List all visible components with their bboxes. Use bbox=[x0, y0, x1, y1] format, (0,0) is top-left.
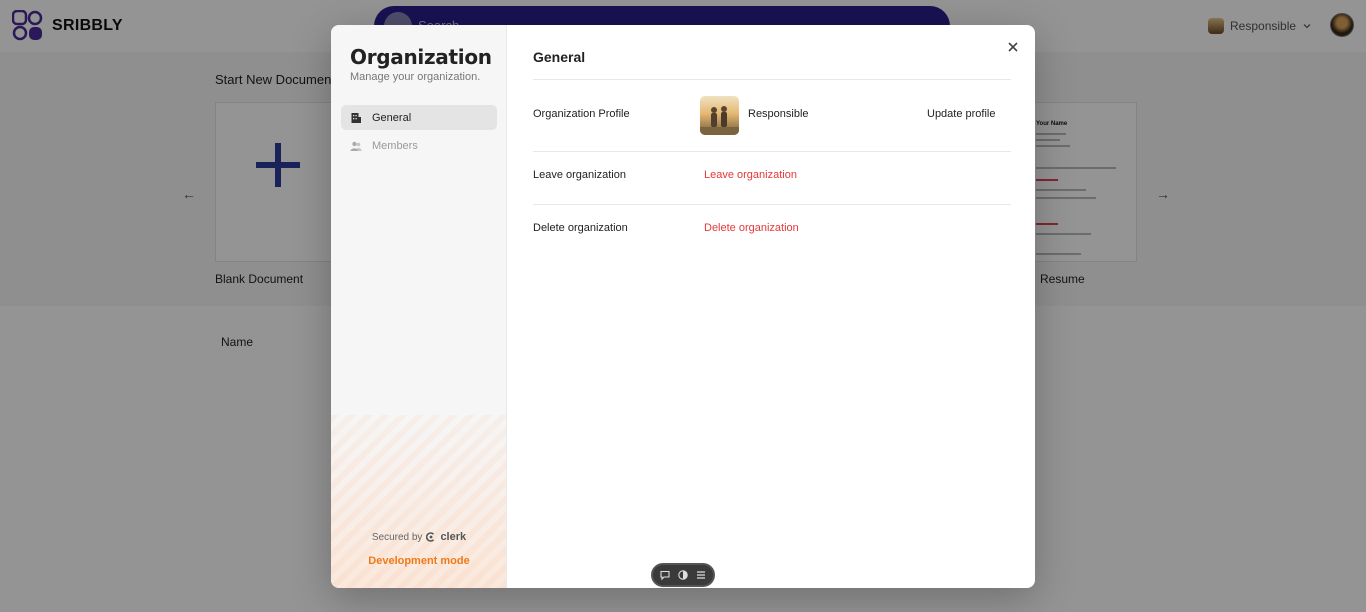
page-title: General bbox=[533, 49, 586, 65]
clerk-logo-icon bbox=[426, 532, 435, 542]
delete-organization-label: Delete organization bbox=[533, 222, 628, 234]
divider bbox=[533, 79, 1011, 80]
building-icon bbox=[351, 112, 361, 123]
sidebar-item-members[interactable]: Members bbox=[341, 133, 497, 158]
users-icon bbox=[350, 141, 362, 151]
sidebar-subtitle: Manage your organization. bbox=[350, 71, 481, 83]
modal-main-panel: General Organization Profile Responsible… bbox=[507, 25, 1035, 588]
development-mode-badge: Development mode bbox=[368, 555, 470, 567]
divider bbox=[533, 151, 1011, 152]
divider bbox=[533, 204, 1011, 205]
organization-avatar bbox=[700, 96, 739, 135]
secured-by-label: Secured by bbox=[371, 531, 423, 543]
sidebar-item-label: General bbox=[372, 111, 412, 124]
menu-icon[interactable] bbox=[695, 569, 707, 581]
comment-icon[interactable] bbox=[659, 569, 671, 581]
close-icon[interactable] bbox=[1003, 37, 1023, 57]
dev-toolbar[interactable] bbox=[651, 563, 715, 587]
organization-modal: Organization Manage your organization. G… bbox=[331, 25, 1035, 588]
update-profile-button[interactable]: Update profile bbox=[927, 108, 996, 120]
organization-profile-label: Organization Profile bbox=[533, 108, 630, 120]
organization-photo bbox=[700, 106, 739, 135]
sidebar-item-general[interactable]: General bbox=[341, 105, 497, 130]
clerk-wordmark: clerk bbox=[440, 531, 467, 543]
secured-by-clerk[interactable]: Secured by clerk bbox=[331, 531, 506, 543]
toggle-icon[interactable] bbox=[677, 569, 689, 581]
leave-organization-label: Leave organization bbox=[533, 169, 626, 181]
leave-organization-button[interactable]: Leave organization bbox=[704, 169, 797, 181]
delete-organization-button[interactable]: Delete organization bbox=[704, 222, 799, 234]
sidebar-title: Organization bbox=[350, 45, 492, 69]
modal-sidebar: Organization Manage your organization. G… bbox=[331, 25, 507, 588]
organization-name: Responsible bbox=[748, 108, 809, 120]
sidebar-item-label: Members bbox=[372, 139, 418, 152]
